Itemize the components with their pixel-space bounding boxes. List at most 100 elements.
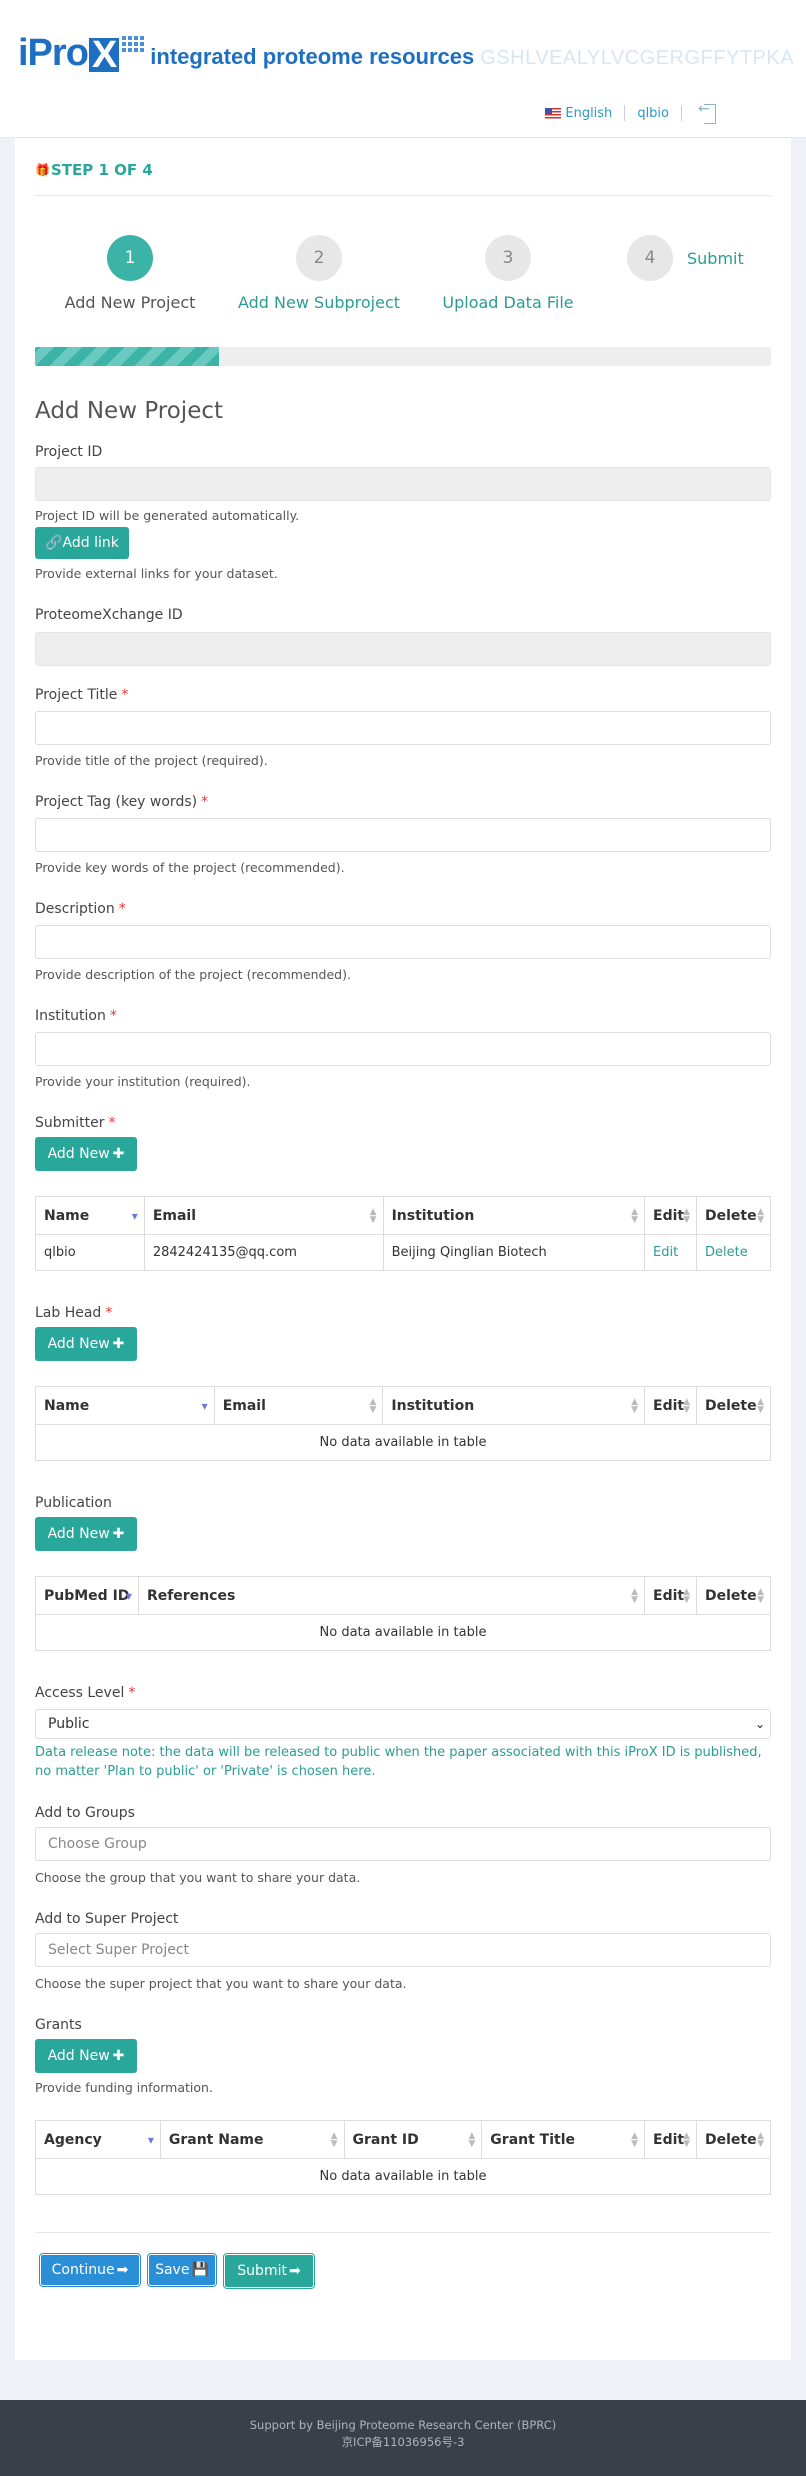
arrow-right-circle-icon: ➡: [116, 2262, 129, 2278]
delete-link[interactable]: Delete: [705, 1245, 748, 1260]
description-input[interactable]: [35, 925, 771, 959]
column-header-edit[interactable]: Edit ▲ ▼: [644, 1196, 697, 1235]
column-header-email[interactable]: Email ▲ ▼: [213, 1386, 384, 1425]
link-icon: 🔗: [45, 535, 63, 551]
sort-icon: ▲ ▼: [683, 2130, 690, 2149]
edit-link[interactable]: Edit: [653, 1245, 678, 1260]
column-header-email[interactable]: Email ▲ ▼: [143, 1196, 384, 1235]
column-header-edit[interactable]: Edit ▲ ▼: [644, 2120, 697, 2159]
logout-icon[interactable]: [698, 101, 716, 124]
add-link-help: Provide external links for your dataset.: [35, 566, 278, 581]
column-header-references[interactable]: References ▲ ▼: [137, 1576, 646, 1615]
description-label: Description *: [35, 901, 126, 917]
sort-icon: ▲ ▼: [631, 1586, 638, 1605]
logo-sequence: GSHLVEALYLVCGERGFFYTPKA: [480, 47, 795, 69]
add-submitter-button[interactable]: Add New ✚: [35, 1137, 137, 1171]
column-header-delete[interactable]: Delete ▲ ▼: [695, 1196, 772, 1235]
column-header-delete[interactable]: Delete ▲ ▼: [695, 1576, 772, 1615]
plus-icon: ✚: [112, 1336, 125, 1352]
px-id-field: [35, 632, 771, 666]
column-header-grant-title[interactable]: Grant Title ▲ ▼: [481, 2120, 645, 2159]
sort-icon: ▲ ▼: [468, 2130, 476, 2149]
groups-select[interactable]: Choose Group: [35, 1827, 771, 1861]
project-tag-input[interactable]: [35, 818, 771, 852]
divider: [35, 2232, 771, 2233]
language-switch[interactable]: English: [545, 106, 612, 121]
step-label: Submit: [687, 248, 744, 268]
logo-dots-icon: [122, 36, 145, 52]
sort-icon: ▲ ▼: [683, 1396, 690, 1415]
save-button[interactable]: Save 💾: [148, 2254, 216, 2286]
wizard-step-3[interactable]: 3 Upload Data File: [413, 235, 603, 312]
step-title: 🎁 STEP 1 OF 4: [35, 161, 153, 179]
access-level-select-wrap: Public ⌄: [35, 1709, 771, 1739]
data-release-note: Data release note: the data will be rele…: [35, 1745, 762, 1779]
grants-table: Agency ▾ Grant Name ▲ ▼ Grant ID ▲ ▼ Grant Ti…: [35, 2120, 772, 2195]
column-header-delete[interactable]: Delete ▲ ▼: [695, 2120, 772, 2159]
form-actions: Continue ➡ Save 💾 Submit ➡: [35, 2254, 771, 2288]
add-link-button[interactable]: 🔗 Add link: [35, 527, 129, 559]
super-project-help: Choose the super project that you want t…: [35, 1976, 407, 1991]
logo-mark: iPro X: [18, 34, 120, 74]
form-title: Add New Project: [35, 398, 224, 424]
submit-button[interactable]: Submit ➡: [224, 2254, 314, 2288]
table-row: qlbio 2842424135@qq.com Beijing Qinglian…: [35, 1234, 772, 1271]
empty-table-message: No data available in table: [35, 2158, 771, 2195]
grants-label: Grants: [35, 2017, 82, 2033]
access-level-select[interactable]: Public: [35, 1709, 771, 1739]
footer-icp-text[interactable]: 京ICP备11036956号-3: [0, 2434, 806, 2451]
empty-table-message: No data available in table: [35, 1614, 771, 1651]
logo[interactable]: iPro X integrated proteome resources GSHL…: [18, 34, 795, 74]
main-card: 🎁 STEP 1 OF 4 1 Add New Project 2 Add Ne…: [15, 138, 791, 2360]
wizard-step-2[interactable]: 2 Add New Subproject: [224, 235, 414, 312]
add-publication-button[interactable]: Add New ✚: [35, 1517, 137, 1551]
publication-table: PubMed ID ▾ References ▲ ▼ Edit ▲ ▼ Delete ▲ ▼ …: [35, 1576, 772, 1651]
column-header-grant-id[interactable]: Grant ID ▲ ▼: [343, 2120, 483, 2159]
site-header: iPro X integrated proteome resources GSHL…: [0, 0, 806, 138]
add-grant-button[interactable]: Add New ✚: [35, 2039, 137, 2073]
lab-head-label: Lab Head *: [35, 1305, 113, 1321]
institution-input[interactable]: [35, 1032, 771, 1066]
wizard-step-4[interactable]: 4 Submit: [627, 235, 757, 281]
column-header-name[interactable]: Name ▾: [35, 1196, 145, 1235]
column-header-delete[interactable]: Delete ▲ ▼: [695, 1386, 772, 1425]
wizard-steps: 1 Add New Project 2 Add New Subproject 3…: [35, 235, 771, 345]
submitter-table: Name ▾ Email ▲ ▼ Institution ▲ ▼ Edit ▲ ▼ Delet…: [35, 1196, 772, 1271]
cell-edit: Edit: [644, 1234, 697, 1271]
add-lab-head-button[interactable]: Add New ✚: [35, 1327, 137, 1361]
sort-icon: ▲ ▼: [757, 1206, 764, 1225]
logo-tagline: integrated proteome resources: [150, 44, 475, 69]
column-header-institution[interactable]: Institution ▲ ▼: [382, 1386, 645, 1425]
column-header-edit[interactable]: Edit ▲ ▼: [644, 1386, 697, 1425]
project-title-input[interactable]: [35, 711, 771, 745]
plus-icon: ✚: [112, 1146, 125, 1162]
column-header-name[interactable]: Name ▾: [35, 1386, 215, 1425]
column-header-institution[interactable]: Institution ▲ ▼: [382, 1196, 646, 1235]
grants-help: Provide funding information.: [35, 2080, 213, 2095]
px-id-label: ProteomeXchange ID: [35, 607, 183, 623]
save-icon: 💾: [191, 2262, 209, 2278]
cell-institution: Beijing Qinglian Biotech: [382, 1234, 646, 1271]
super-project-select[interactable]: Select Super Project: [35, 1933, 771, 1967]
column-header-pubmed-id[interactable]: PubMed ID ▾: [35, 1576, 139, 1615]
user-link[interactable]: qlbio: [637, 106, 669, 121]
groups-help: Choose the group that you want to share …: [35, 1870, 361, 1885]
project-id-field: [35, 467, 771, 501]
sort-icon: ▲ ▼: [757, 1586, 764, 1605]
column-header-grant-name[interactable]: Grant Name ▲ ▼: [159, 2120, 345, 2159]
step-number: 1: [107, 235, 153, 281]
wizard-step-1[interactable]: 1 Add New Project: [35, 235, 225, 312]
sort-desc-icon: ▾: [131, 1208, 138, 1223]
column-header-agency[interactable]: Agency ▾: [35, 2120, 161, 2159]
top-nav: English qlbio: [545, 101, 716, 124]
sort-desc-icon: ▾: [201, 1398, 208, 1413]
continue-button[interactable]: Continue ➡: [40, 2254, 140, 2286]
column-header-edit[interactable]: Edit ▲ ▼: [644, 1576, 697, 1615]
access-level-label: Access Level *: [35, 1685, 136, 1701]
sort-icon: ▲ ▼: [631, 1396, 638, 1415]
cell-email: 2842424135@qq.com: [143, 1234, 384, 1271]
institution-help: Provide your institution (required).: [35, 1074, 251, 1089]
plus-icon: ✚: [112, 1526, 125, 1542]
nav-divider: [624, 105, 626, 121]
footer-support-text: Support by Beijing Proteome Research Cen…: [249, 2418, 557, 2432]
